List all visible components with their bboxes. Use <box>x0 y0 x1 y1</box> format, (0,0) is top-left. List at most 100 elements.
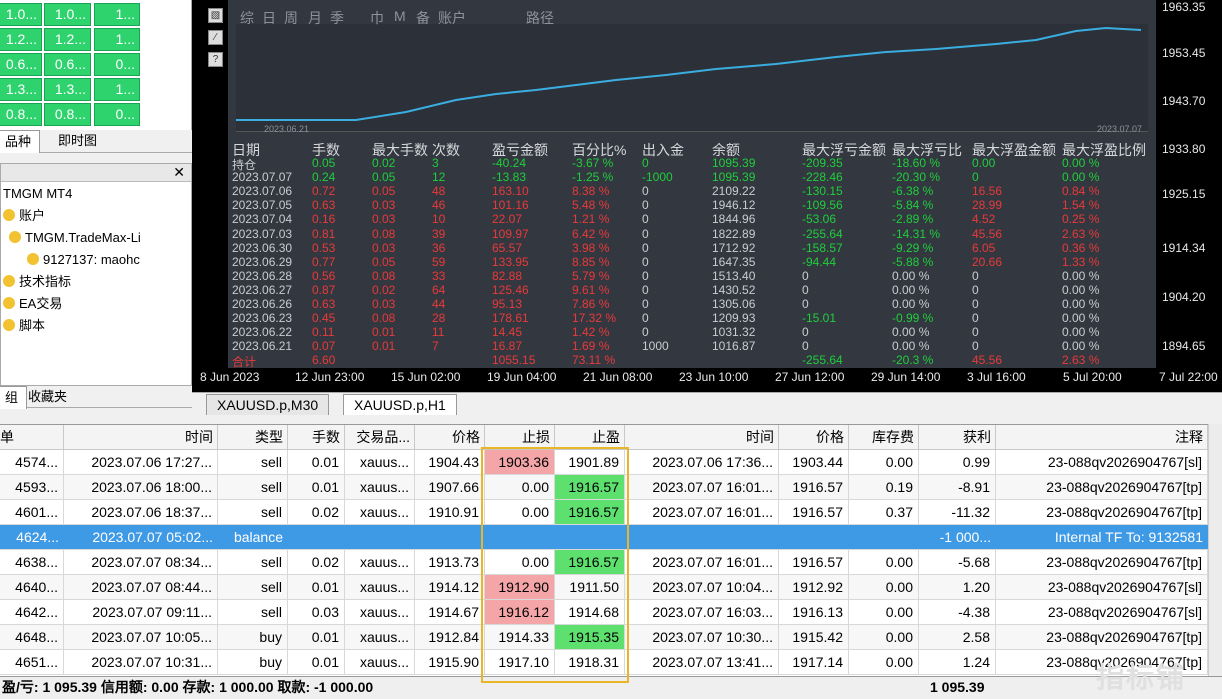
report-cell: 0.05 <box>312 156 336 170</box>
market-watch-row[interactable]: 1.0... 1.0... 1... <box>0 2 188 27</box>
navigator-item[interactable]: TMGM.TradeMax-Li <box>9 228 141 248</box>
settings-icon[interactable]: ▧ <box>208 8 223 23</box>
report-cell: 16.87 <box>492 339 523 354</box>
market-watch-row[interactable]: 1.2... 1.2... 1... <box>0 27 188 52</box>
report-cell: 0.00 % <box>1062 297 1100 311</box>
trade-cell: 1907.66 <box>415 475 485 499</box>
trade-cell <box>288 525 345 549</box>
tab-tick-chart[interactable]: 即时图 <box>50 130 105 153</box>
navigator-item[interactable]: 技术指标 <box>3 272 71 292</box>
report-toolbar-item[interactable]: 账户 <box>438 8 466 28</box>
help-icon[interactable]: ? <box>208 52 223 67</box>
report-cell: 1.69 % <box>572 339 610 354</box>
trade-cell: 4624... <box>16 529 59 545</box>
report-toolbar-item[interactable]: 月 <box>308 8 322 28</box>
report-cell: 20.66 <box>972 254 1003 269</box>
grid-header-cell[interactable]: 时间 <box>64 425 218 450</box>
report-cell: 0 <box>972 325 979 340</box>
navigator-item[interactable]: EA交易 <box>3 294 62 314</box>
tab-xauusd-h1[interactable]: XAUUSD.p,H1 <box>343 394 457 415</box>
trade-cell: 4642... <box>0 600 64 624</box>
report-toolbar-item[interactable]: 综 <box>240 8 254 28</box>
price-tick-label: 1953.45 <box>1162 46 1206 60</box>
report-cell: 0 <box>642 311 649 326</box>
grid-header-cell[interactable]: 获利 <box>919 425 996 450</box>
status-summary: 盈/亏: 1 095.39 信用额: 0.00 存款: 1 000.00 取款:… <box>2 679 374 695</box>
report-cell: 0 <box>972 268 979 283</box>
report-cell: 0.00 % <box>1062 325 1100 340</box>
grid-header-cell[interactable]: 止盈 <box>555 425 625 450</box>
report-cell: 48 <box>432 184 446 199</box>
report-toolbar-item[interactable]: 巾 <box>370 8 384 28</box>
line-tool-icon[interactable]: ∕ <box>208 30 223 45</box>
report-cell: 0.01 <box>372 339 396 354</box>
time-axis: 8 Jun 2023 12 Jun 23:00 15 Jun 02:00 19 Jun… <box>192 368 1222 390</box>
close-icon[interactable]: ✕ <box>173 164 185 181</box>
grid-header-cell[interactable]: 止损 <box>485 425 555 450</box>
trade-row[interactable]: 4624... 2023.07.07 05:02... balance -1 000.… <box>0 525 1208 550</box>
report-cell: -228.46 <box>802 170 843 185</box>
report-toolbar-item[interactable]: 周 <box>284 8 298 28</box>
market-watch-row[interactable]: 0.8... 0.8... 0... <box>0 102 188 127</box>
trade-row[interactable]: 4648... 2023.07.07 10:05... buy 0.01 xauus..… <box>0 625 1208 650</box>
trade-cell: 0.00 <box>849 650 919 674</box>
market-watch-row[interactable]: 0.6... 0.6... 0... <box>0 52 188 77</box>
market-watch-tabs: 品种 即时图 <box>0 130 192 153</box>
trade-row[interactable]: 4574... 2023.07.06 17:27... sell 0.01 xauus.… <box>0 450 1208 475</box>
navigator-item[interactable]: TMGM MT4 <box>3 184 72 204</box>
grid-header-cell[interactable]: 价格 <box>415 425 485 450</box>
market-watch-row[interactable]: 1.3... 1.3... 1... <box>0 77 188 102</box>
scrollbar[interactable] <box>1208 424 1222 676</box>
trade-cell: 1914.12 <box>415 575 485 599</box>
report-cell: 0.00 % <box>1062 339 1100 354</box>
report-cell: 0.00 % <box>1062 268 1100 283</box>
navigator-item[interactable]: 9127137: maohc <box>27 250 140 270</box>
grid-header-cell[interactable]: 注释 <box>996 425 1208 450</box>
grid-header-cell[interactable]: 类型 <box>218 425 288 450</box>
grid-header-cell[interactable]: 价格 <box>779 425 849 450</box>
trade-row[interactable]: 4601... 2023.07.06 18:37... sell 0.02 xauus.… <box>0 500 1208 525</box>
trade-cell: 1916.13 <box>779 600 849 624</box>
report-cell: 1946.12 <box>712 198 756 213</box>
report-cell: -1000 <box>642 170 673 185</box>
tab-xauusd-m30[interactable]: XAUUSD.p,M30 <box>206 394 330 415</box>
navigator-item[interactable]: 脚本 <box>3 316 45 336</box>
trade-cell <box>555 525 625 549</box>
grid-header-cell[interactable]: 库存费 <box>849 425 919 450</box>
trade-cell: 1918.31 <box>555 650 625 674</box>
report-cell: 0.25 % <box>1062 212 1100 227</box>
trade-row[interactable]: 4651... 2023.07.07 10:31... buy 0.01 xauus..… <box>0 650 1208 675</box>
trade-cell: 23-088qv2026904767[sl] <box>996 600 1208 624</box>
report-cell: -15.01 <box>802 311 837 326</box>
report-toolbar-item[interactable]: 日 <box>262 8 276 28</box>
navigator-item-label: TMGM MT4 <box>3 186 73 201</box>
navigator-item[interactable]: 账户 <box>3 206 45 226</box>
trade-row[interactable]: 4640... 2023.07.07 08:44... sell 0.01 xauus.… <box>0 575 1208 600</box>
report-toolbar-item[interactable]: M <box>394 8 406 24</box>
time-tick-label: 5 Jul 20:00 <box>1063 370 1122 384</box>
report-cell: 0.08 <box>372 268 396 283</box>
trade-row[interactable]: 4638... 2023.07.07 08:34... sell 0.02 xauus.… <box>0 550 1208 575</box>
report-cell: -158.57 <box>802 240 843 255</box>
trade-cell: 0.03 <box>288 600 345 624</box>
tab-symbols[interactable]: 品种 <box>0 130 41 153</box>
trade-row[interactable]: 4642... 2023.07.07 09:11... sell 0.03 xauus.… <box>0 600 1208 625</box>
report-cell: 0.03 <box>372 297 396 311</box>
report-cell: 0 <box>642 212 649 227</box>
report-cell: -14.31 % <box>892 226 941 241</box>
trade-row[interactable]: 4593... 2023.07.06 18:00... sell 0.01 xauus.… <box>0 475 1208 500</box>
report-cell: 82.88 <box>492 268 523 283</box>
report-cell: 0.00 % <box>1062 282 1100 297</box>
grid-header-cell[interactable]: 单 <box>0 425 64 450</box>
trade-cell: 1914.33 <box>485 625 555 649</box>
report-cell: 28.99 <box>972 198 1003 213</box>
report-toolbar-item[interactable]: 路径 <box>526 8 554 28</box>
grid-header-cell[interactable]: 手数 <box>288 425 345 450</box>
chart-tools: ▧ ∕ ? <box>200 0 228 390</box>
report-cell: 3.98 % <box>572 240 610 255</box>
grid-header-cell[interactable]: 交易品... <box>345 425 415 450</box>
grid-header-cell[interactable]: 时间 <box>625 425 779 450</box>
report-toolbar-item[interactable]: 季 <box>330 8 344 28</box>
report-toolbar-item[interactable]: 备 <box>416 8 430 28</box>
tab-favorites[interactable]: 收藏夹 <box>20 386 75 409</box>
